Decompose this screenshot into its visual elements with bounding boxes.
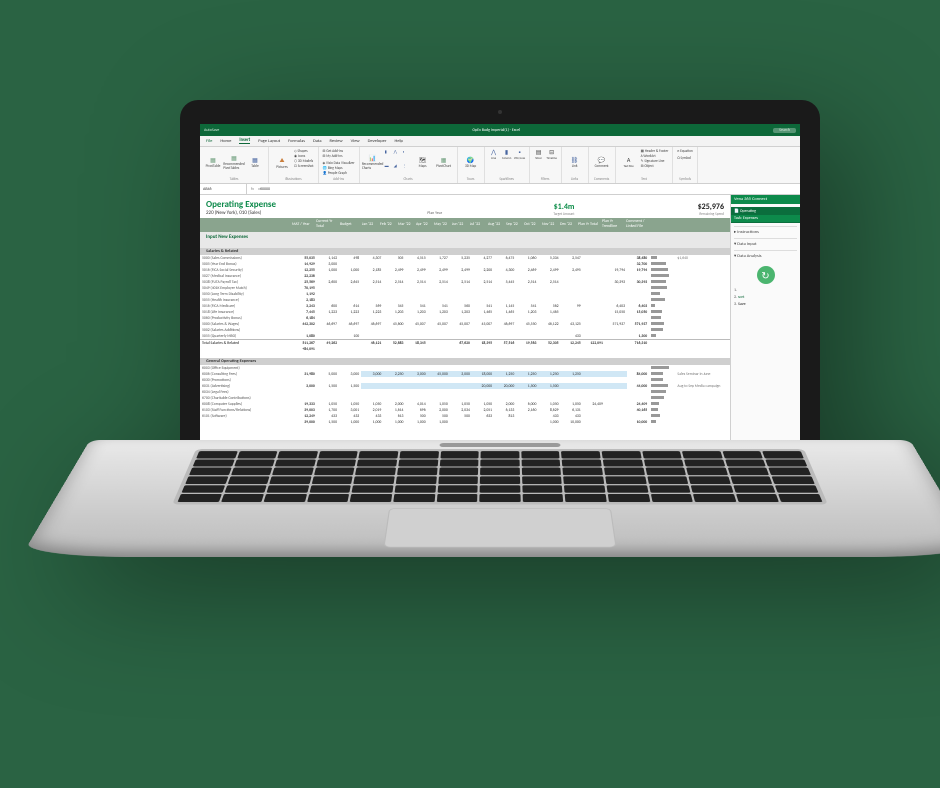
tab-home[interactable]: Home [220,139,231,144]
sparkline-line-button[interactable]: ⋀Line [489,149,499,159]
side-tab-task[interactable]: Task: Expenses [731,215,800,222]
remaining-amount: $25,976 [698,202,724,212]
side-action-button[interactable]: ↻ [757,266,775,284]
autosave-toggle[interactable]: AutoSave [204,128,219,133]
object-button[interactable]: ⊞ Object [641,164,669,168]
salaries-table[interactable]: 5000 (Sales Commissions)55,0351,1424984,… [200,255,730,352]
side-section-data-input[interactable]: ▾ Data Input [734,238,797,250]
ribbon-group-addins: Add-ins [323,177,355,181]
fx-icon[interactable]: fx [247,187,258,192]
side-section-instructions[interactable]: ▸ Instructions [734,226,797,238]
tab-view[interactable]: View [351,139,360,144]
tab-help[interactable]: Help [394,139,402,144]
ribbon-group-text: Text [620,177,669,181]
tab-insert[interactable]: Insert [239,138,250,144]
slicer-button[interactable]: ▤Slicer [534,149,544,159]
people-graph-button[interactable]: 👤 People Graph [323,171,347,175]
pivot-table-button[interactable]: ▦PivotTable [204,149,222,175]
side-tab-operating[interactable]: 📄 Operating [734,208,797,214]
shapes-button[interactable]: ◇ Shapes [294,149,314,153]
tab-developer[interactable]: Developer [368,139,387,144]
chart-bar2-icon[interactable]: ▬ [385,163,393,176]
recommended-charts-button[interactable]: 📊Recommended Charts [364,149,382,175]
ribbon-group-illustrations: Illustrations [273,177,314,181]
target-amount: $1.4m [553,202,574,212]
file-name: OpEx Budg Imperial(1) - Excel [219,128,773,133]
section1-header: Salaries & Related [200,248,730,255]
tab-review[interactable]: Review [330,139,343,144]
sparkline-winloss-button[interactable]: ▪Win/Loss [515,149,525,159]
side-panel: Vena 365 Connect 📄 Operating Task: Expen… [730,195,800,466]
icons-button[interactable]: ◉ Icons [294,154,314,158]
chart-bar-icon[interactable]: ▮ [385,149,393,162]
camera-dot [498,110,502,114]
table-button[interactable]: ▦Table [246,149,264,175]
equation-button[interactable]: π Equation [677,149,692,153]
formula-input[interactable]: =60000 [258,187,800,192]
laptop-base [21,440,940,557]
screenshot-button[interactable]: ⊡ Screenshot [294,164,314,168]
comment-button[interactable]: 💬Comment [593,149,611,175]
pivotchart-button[interactable]: ▦PivotChart [435,149,453,175]
plan-year-label: Plan Year [427,211,442,216]
tab-page-layout[interactable]: Page Layout [258,139,280,144]
3d-map-button[interactable]: 🌍3D Map [462,149,480,175]
ribbon-group-symbols: Symbols [677,177,692,181]
symbol-button[interactable]: Ω Symbol [677,156,692,160]
chart-pie-icon[interactable]: ◐ [403,149,411,162]
remaining-label: Remaining Spend [698,212,724,216]
chart-area-icon[interactable]: ◢ [394,163,402,176]
titlebar: AutoSave OpEx Budg Imperial(1) - Excel S… [200,124,800,136]
side-step-2: 2. sort [734,295,797,300]
timeline-button[interactable]: ⊟Timeline [547,149,557,159]
input-section-header: Input New Expenses [200,232,730,242]
chart-line-icon[interactable]: ⋀ [394,149,402,162]
ribbon-group-charts: Charts [364,177,453,181]
trackpad [383,508,616,547]
chart-scatter-icon[interactable]: ⋮ [403,163,411,176]
ribbon-group-tours: Tours [462,177,480,181]
side-step-1: 1. [734,288,797,293]
keyboard [172,449,828,504]
pictures-button[interactable]: ⛰Pictures [273,149,291,175]
get-addins-button[interactable]: ⊞ Get Add-ins [323,149,343,153]
search-box[interactable]: Search [773,128,796,133]
ribbon-group-filters: Filters [534,177,557,181]
page-subtitle: 220 (New York), 010 (Sales) [206,210,276,216]
side-section-data-analysis[interactable]: ▾ Data Analysis [734,250,797,262]
tab-formulas[interactable]: Formulas [288,139,305,144]
signature-button[interactable]: ✎ Signature Line [641,159,669,163]
ribbon-group-links: Links [566,177,584,181]
3d-models-button[interactable]: ⬡ 3D Models [294,159,314,163]
ribbon-group-comments: Comments [593,177,611,181]
section2-header: General Operating Expenses [200,358,730,365]
page-title: Operating Expense [206,199,276,210]
ribbon-tabs: File Home Insert Page Layout Formulas Da… [200,136,800,147]
tab-data[interactable]: Data [313,139,322,144]
screen: AutoSave OpEx Budg Imperial(1) - Excel S… [200,124,800,466]
maps-button[interactable]: 🗺Maps [414,149,432,175]
visio-button[interactable]: ◈ Visio Data Visualizer [323,161,355,165]
wordart-button[interactable]: A WordArt [641,154,669,158]
tab-file[interactable]: File [206,139,212,144]
opex-table[interactable]: 6003 (Office Equipment)6006 (Consulting … [200,365,730,425]
recommended-pivot-button[interactable]: ▦Recommended PivotTables [225,149,243,175]
side-step-3: 3. Save [734,302,797,307]
table-row[interactable]: 39,0001,5001,0001,0001,0001,0001,0001,00… [200,419,730,425]
name-box[interactable]: AB46 [200,184,247,194]
header-footer-button[interactable]: ▦ Header & Footer [641,149,669,153]
ribbon-group-sparklines: Sparklines [489,177,525,181]
side-panel-title: Vena 365 Connect [731,195,800,204]
link-button[interactable]: ⛓Link [566,149,584,175]
target-amount-label: Target Amount [553,212,574,216]
my-addins-button[interactable]: ⊞ My Add-ins [323,154,343,158]
formula-bar: AB46 fx =60000 [200,184,800,195]
ribbon: ▦PivotTable ▦Recommended PivotTables ▦Ta… [200,147,800,184]
ribbon-group-tables: Tables [204,177,264,181]
column-header-row: MAT / Year Current Yr Total Budget Jan '… [200,218,730,232]
textbox-button[interactable]: AText Box [620,149,638,175]
bing-maps-button[interactable]: 🌐 Bing Maps [323,166,343,170]
sparkline-column-button[interactable]: ▮Column [502,149,512,159]
